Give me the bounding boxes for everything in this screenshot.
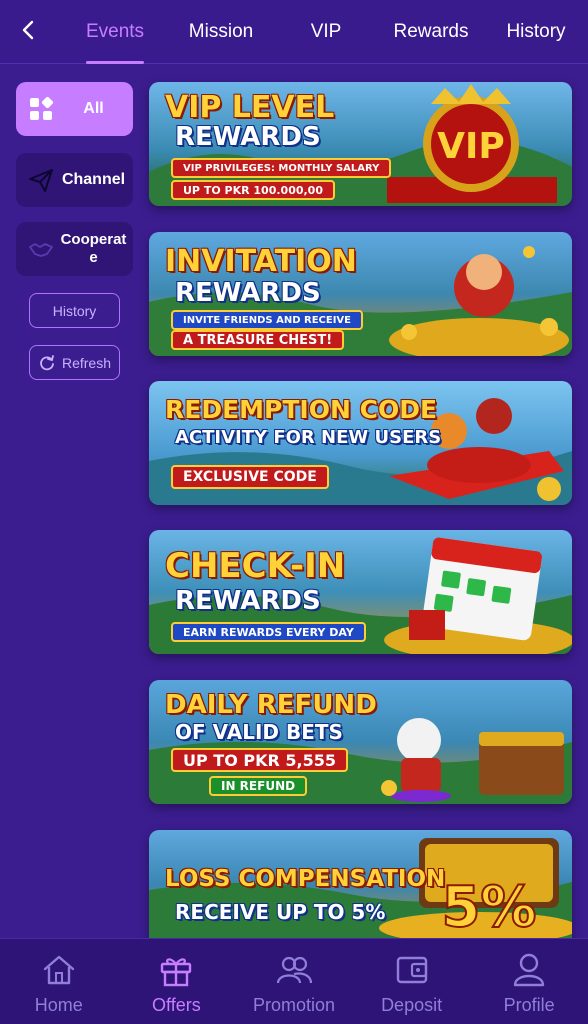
banner-vip-level-rewards[interactable]: VIP VIP LEVEL REWARDS VIP PRIVILEGES: MO… [149,82,572,206]
loss-badge-text: 5% [441,875,536,940]
category-channel-label: Channel [61,171,126,188]
nav-offers[interactable]: Offers [118,939,236,1024]
category-channel[interactable]: Channel [16,153,133,207]
tab-vip[interactable]: VIP [274,0,378,64]
category-all-label: All [83,100,104,117]
banner-invitation-title: INVITATION [165,244,357,279]
banner-checkin-title: CHECK-IN [165,546,346,586]
banner-refund-sub: OF VALID BETS [175,720,343,744]
person-icon [510,951,548,989]
category-cooperate[interactable]: Cooperat e [16,222,133,276]
gift-icon [157,951,195,989]
banner-invitation-rewards[interactable]: INVITATION REWARDS INVITE FRIENDS AND RE… [149,232,572,356]
banner-refund-title: DAILY REFUND [165,690,377,720]
nav-profile-label: Profile [503,995,555,1015]
grid-icon [22,90,60,128]
people-icon [275,951,313,989]
top-tab-bar: Events Mission VIP Rewards History [0,0,588,64]
history-button[interactable]: History [29,293,120,328]
nav-home[interactable]: Home [0,939,118,1024]
banner-loss-sub: RECEIVE UP TO 5% [175,900,386,924]
banner-checkin-line2: EARN REWARDS EVERY DAY [171,622,366,642]
banner-daily-refund[interactable]: DAILY REFUND OF VALID BETS UP TO PKR 5,5… [149,680,572,804]
nav-deposit-label: Deposit [381,995,443,1015]
banner-redemption-line2: EXCLUSIVE CODE [171,465,329,489]
vip-badge-text: VIP [437,126,505,167]
tabs: Events Mission VIP Rewards History [62,0,588,64]
tab-mission[interactable]: Mission [168,0,274,64]
refresh-icon [40,354,54,370]
back-button[interactable] [12,14,44,46]
refresh-button-label: Refresh [61,354,112,371]
nav-home-label: Home [34,995,83,1015]
banner-vip-title: VIP LEVEL [165,90,335,125]
banner-refund-line1: UP TO PKR 5,555 [171,748,348,772]
category-cooperate-label: Cooperat e [60,231,127,266]
chevron-left-icon [22,20,34,40]
nav-promotion[interactable]: Promotion [235,939,353,1024]
nav-deposit[interactable]: Deposit [353,939,471,1024]
refresh-button[interactable]: Refresh [29,345,120,380]
wallet-icon [393,951,431,989]
banner-vip-sub: REWARDS [175,122,321,152]
history-button-label: History [52,302,97,319]
banner-invitation-sub: REWARDS [175,278,321,308]
nav-profile[interactable]: Profile [470,939,588,1024]
tab-events[interactable]: Events [62,0,168,64]
banner-redemption-title: REDEMPTION CODE [165,395,438,424]
banner-refund-line2: IN REFUND [209,776,308,796]
tab-rewards[interactable]: Rewards [378,0,484,64]
banner-checkin-sub: REWARDS [175,586,321,616]
home-icon [40,951,78,989]
banner-invitation-line2: A TREASURE CHEST! [171,330,345,350]
tab-history[interactable]: History [484,0,588,64]
banner-redemption-code[interactable]: REDEMPTION CODE ACTIVITY FOR NEW USERS E… [149,381,572,505]
bottom-navigation: Home Offers Promotion Deposit Profile [0,938,588,1024]
nav-promotion-label: Promotion [252,995,335,1015]
banner-vip-line2: UP TO PKR 100.000,00 [171,180,335,200]
banner-check-in-rewards[interactable]: CHECK-IN REWARDS EARN REWARDS EVERY DAY [149,530,572,654]
banner-vip-line1: VIP PRIVILEGES: MONTHLY SALARY [171,158,392,178]
banner-loss-compensation[interactable]: 5% LOSS COMPENSATION RECEIVE UP TO 5% [149,830,572,940]
paper-plane-icon [22,161,60,199]
nav-offers-label: Offers [152,995,201,1015]
banner-invitation-line1: INVITE FRIENDS AND RECEIVE [171,310,364,330]
handshake-icon [22,230,60,268]
category-all[interactable]: All [16,82,133,136]
banner-redemption-sub: ACTIVITY FOR NEW USERS [175,427,442,448]
banner-loss-title: LOSS COMPENSATION [165,866,446,892]
